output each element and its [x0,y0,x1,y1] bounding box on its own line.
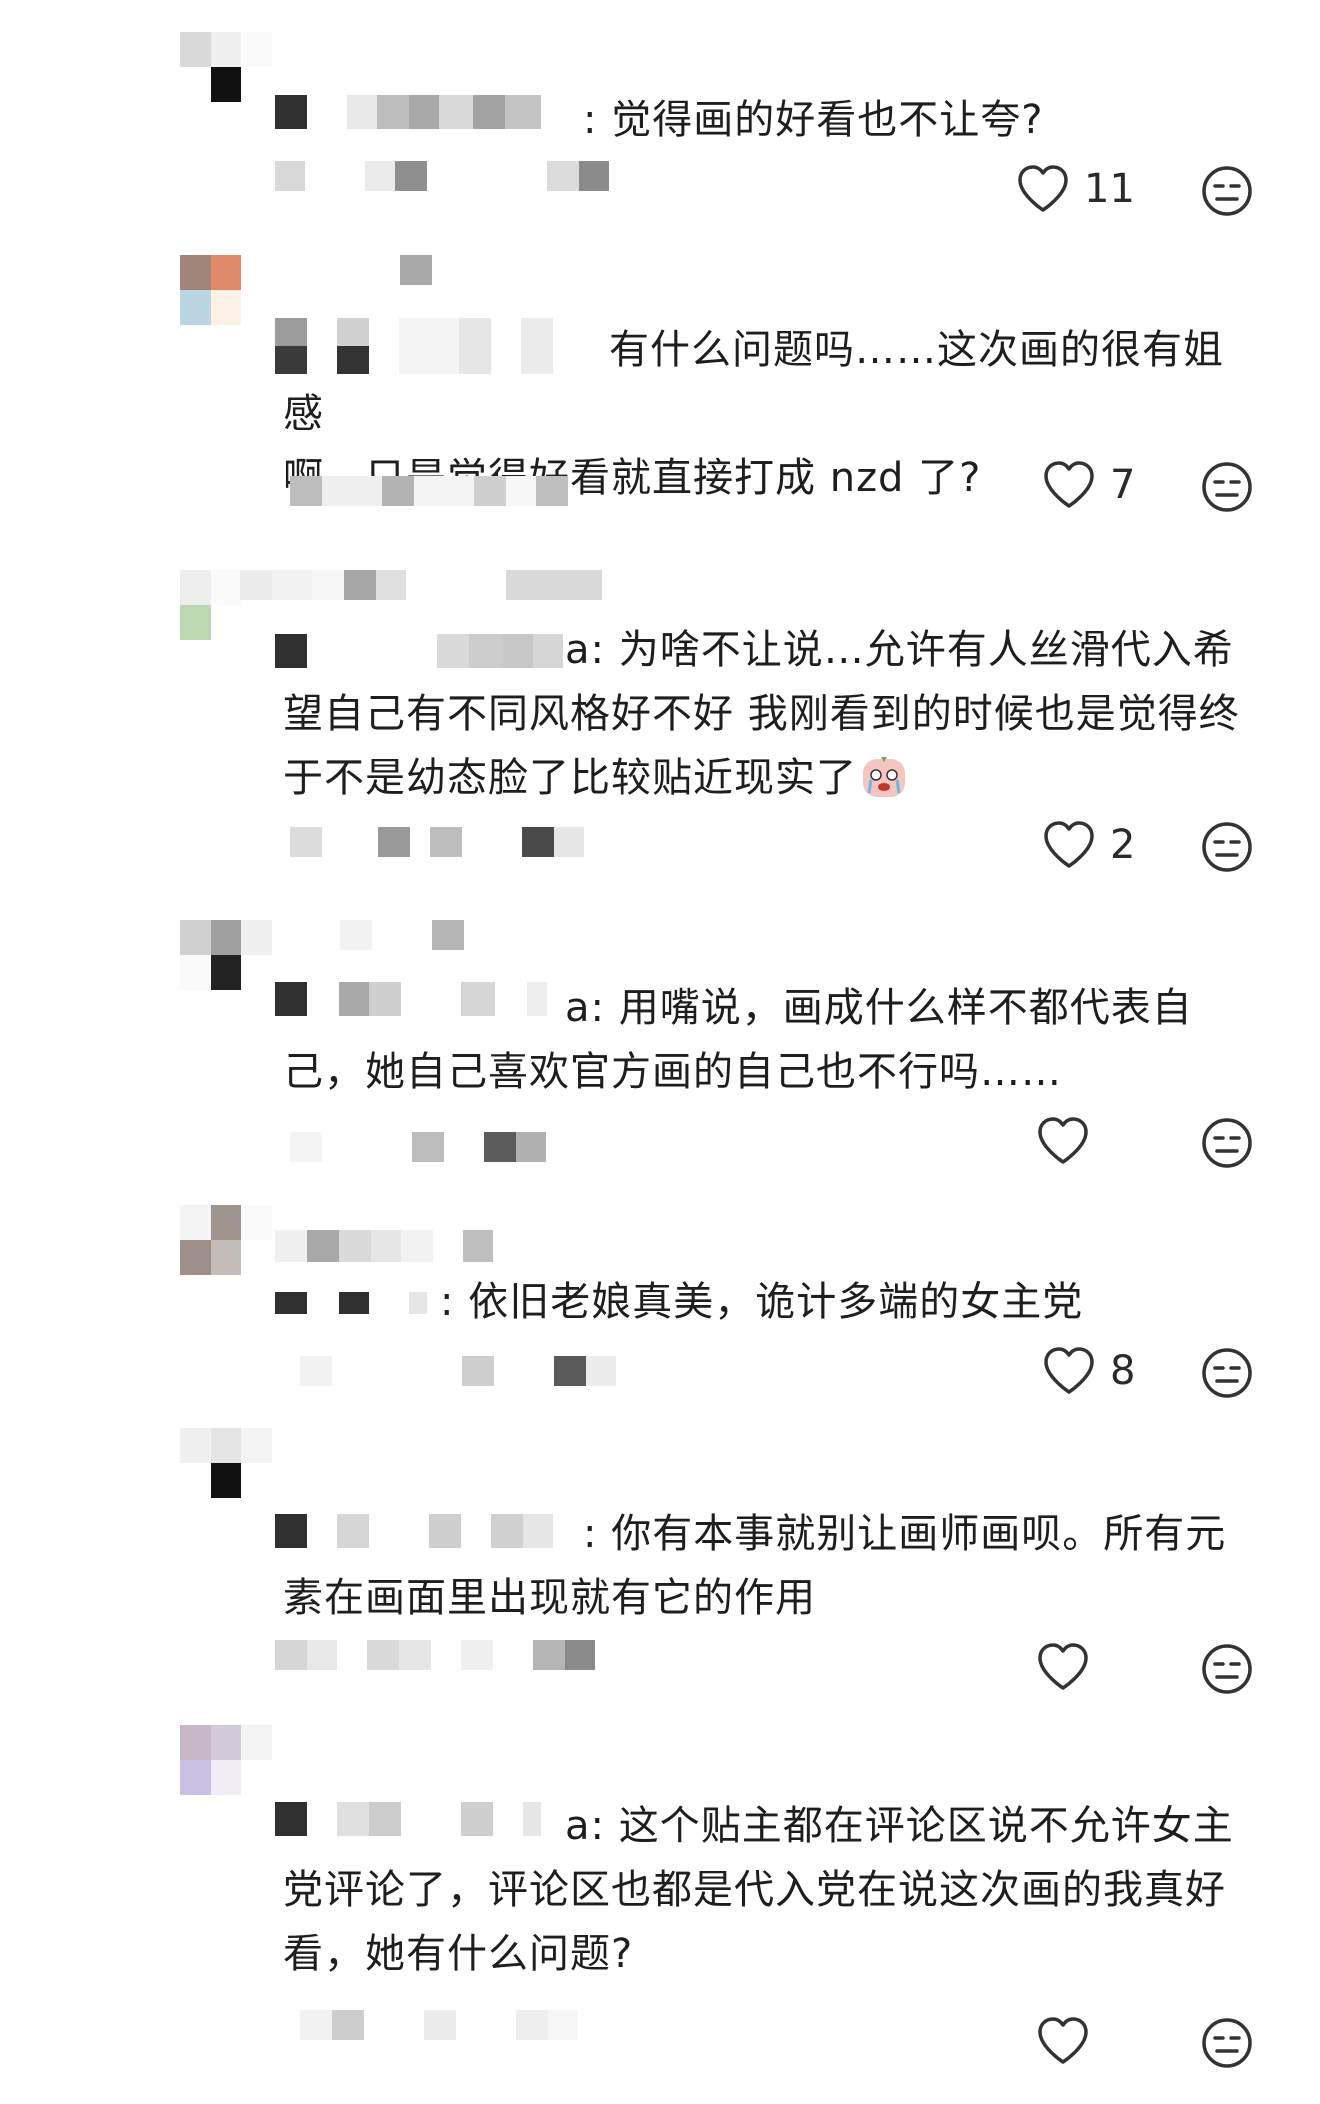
comment-meta-redacted [275,1640,595,1670]
like-count: 11 [1084,166,1135,212]
like-count: 2 [1110,822,1136,868]
like-button[interactable]: 8 [1042,1346,1135,1396]
comment-body: a: 为啥不让说…允许有人丝滑代入希 望自己有不同风格好不好 我刚看到的时候也是… [283,627,1240,801]
username-redacted[interactable] [275,1292,427,1314]
avatar[interactable] [180,32,272,102]
username-redacted[interactable] [275,1230,493,1262]
neutral-face-icon [1202,1644,1252,1694]
comment-meta-redacted [290,476,568,506]
neutral-face-icon [1202,462,1252,512]
username-redacted[interactable] [240,570,602,600]
like-button[interactable] [1036,1642,1104,1692]
comment-meta-redacted [290,1132,546,1162]
heart-outline-icon [1044,1347,1094,1394]
neutral-face-icon [1202,166,1252,216]
comment-meta-redacted [300,1356,616,1386]
username-redacted[interactable] [340,920,464,950]
dislike-button[interactable] [1200,1346,1254,1400]
heart-outline-icon [1044,821,1094,868]
like-count: 8 [1110,1348,1136,1394]
heart-outline-icon [1044,461,1094,508]
like-button[interactable]: 11 [1016,164,1135,214]
comment-meta-redacted [275,161,609,191]
comment-text: : 觉得画的好看也不让夸? [583,97,1044,143]
heart-outline-icon [1038,2017,1088,2064]
comment-text: : 你有本事就别让画师画呗。所有元 素在画面里出现就有它的作用 [283,1511,1227,1621]
like-button[interactable] [1036,1116,1104,1166]
dislike-button[interactable] [1200,2016,1254,2070]
comment-text: a: 为啥不让说…允许有人丝滑代入希 望自己有不同风格好不好 我刚看到的时候也是… [283,618,1263,810]
comment-meta-redacted [290,827,584,857]
like-button[interactable] [1036,2016,1104,2066]
comment-meta-redacted [300,2010,578,2040]
like-count: 7 [1110,462,1136,508]
like-button[interactable]: 2 [1042,820,1135,870]
comment-text: a: 用嘴说，画成什么样不都代表自 己，她自己喜欢官方画的自己也不行吗…… [283,985,1193,1095]
neutral-face-icon [1202,1348,1252,1398]
username-redacted[interactable] [400,255,432,285]
avatar[interactable] [180,255,272,325]
avatar[interactable] [180,1205,272,1275]
neutral-face-icon [1202,1118,1252,1168]
avatar[interactable] [180,1725,272,1795]
neutral-face-icon [1202,2018,1252,2068]
dislike-button[interactable] [1200,820,1254,874]
avatar[interactable] [180,920,272,990]
dislike-button[interactable] [1200,1116,1254,1170]
username-redacted[interactable] [275,95,541,129]
avatar[interactable] [180,1428,272,1498]
dislike-button[interactable] [1200,1642,1254,1696]
neutral-face-icon [1202,822,1252,872]
heart-outline-icon [1038,1643,1088,1690]
like-button[interactable]: 7 [1042,460,1135,510]
comment-text: a: 这个贴主都在评论区说不允许女主 党评论了，评论区也都是代入党在说这次画的我… [283,1803,1234,1977]
dislike-button[interactable] [1200,164,1254,218]
comment-text: : 依旧老娘真美，诡计多端的女主党 [440,1279,1084,1325]
heart-outline-icon [1038,1117,1088,1164]
heart-outline-icon [1018,165,1068,212]
dislike-button[interactable] [1200,460,1254,514]
crying-face-sticker [863,757,905,797]
